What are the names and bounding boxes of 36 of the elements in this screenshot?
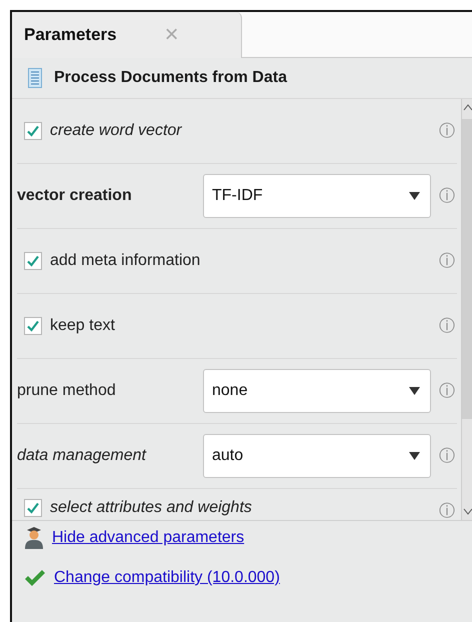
close-icon[interactable]: × [164,23,179,47]
person-icon [24,527,44,549]
parameter-label: data management [17,447,148,465]
checkbox[interactable] [24,122,42,140]
parameter-label: add meta information [50,252,200,270]
dropdown[interactable]: auto [203,434,431,478]
parameter-label: keep text [50,317,115,335]
caret-icon [409,387,420,395]
info-icon[interactable]: ⓘ [437,501,457,520]
parameter-label: vector creation [17,187,133,205]
info-icon[interactable]: ⓘ [437,380,457,402]
scrollbar[interactable] [461,99,472,520]
caret-icon [409,192,420,200]
info-icon[interactable]: ⓘ [437,120,457,142]
parameters-tab[interactable]: Parameters × [12,12,242,58]
scroll-up-icon[interactable] [463,103,472,111]
scroll-down-icon[interactable] [463,508,472,516]
check-icon [24,569,46,587]
parameter-label: prune method [17,382,117,400]
link[interactable]: Hide advanced parameters [52,529,244,547]
info-icon[interactable]: ⓘ [437,316,457,336]
parameter-label: select attributes and weights [50,499,252,517]
checkbox[interactable] [24,252,42,270]
dropdown[interactable]: none [203,369,431,413]
tab-label: Parameters [24,25,117,45]
checkbox[interactable] [24,317,42,335]
parameter-label: create word vector [50,122,182,140]
info-icon[interactable]: ⓘ [437,186,457,206]
info-icon[interactable]: ⓘ [437,250,457,272]
dropdown[interactable]: TF-IDF [203,174,431,218]
caret-icon [409,452,420,460]
document-icon [28,68,42,88]
link[interactable]: Change compatibility (10.0.000) [54,569,280,587]
checkbox[interactable] [24,499,42,517]
operator-title: Process Documents from Data [54,69,287,87]
info-icon[interactable]: ⓘ [437,446,457,466]
